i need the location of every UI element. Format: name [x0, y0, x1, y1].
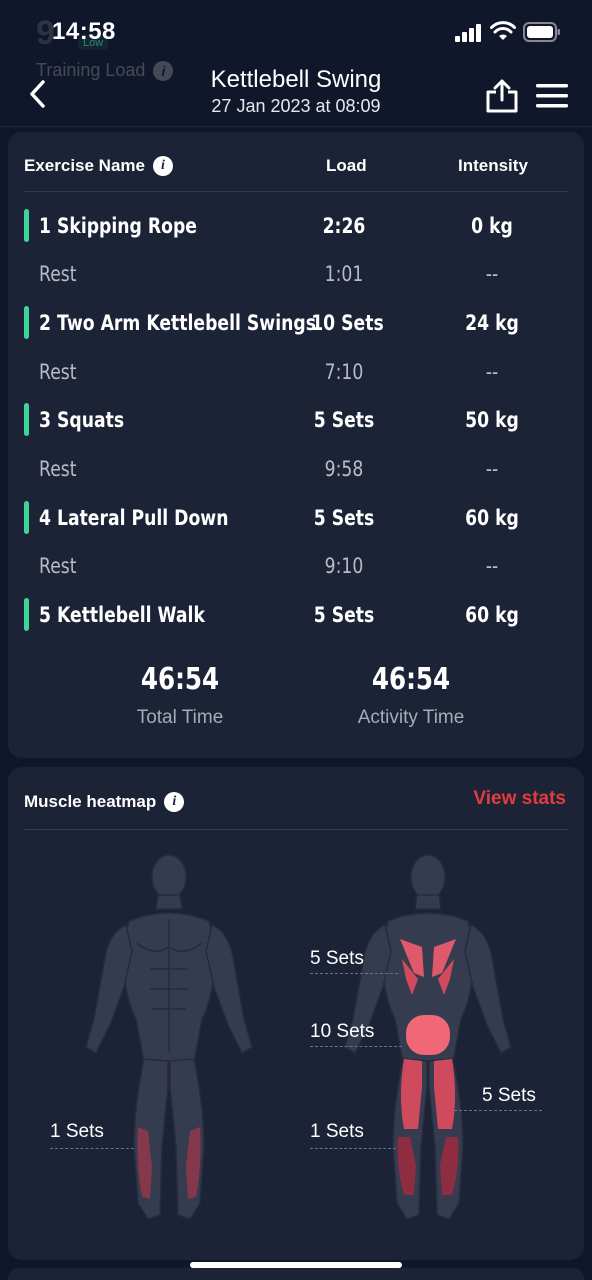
exercise-intensity: 0 kg — [471, 214, 513, 238]
exercise-name: 2 Two Arm Kettlebell Swings — [39, 311, 316, 335]
exercise-load: 5 Sets — [313, 506, 375, 530]
exercise-intensity: 50 kg — [465, 408, 519, 432]
view-stats-link[interactable]: View stats — [473, 788, 566, 810]
rest-duration: 9:10 — [324, 554, 364, 578]
table-header: Exercise Name i Load Intensity — [24, 152, 568, 192]
heatmap-title-label: Muscle heatmap — [24, 792, 157, 811]
exercise-table-card: Exercise Name i Load Intensity 1 Skippin… — [8, 132, 584, 758]
wifi-icon — [490, 21, 516, 40]
exercise-load: 5 Sets — [313, 408, 375, 432]
muscle-heatmap-card: Muscle heatmap i View stats 1 Sets 5 Set… — [8, 767, 584, 1260]
total-time-block: 46:54 Total Time — [80, 662, 280, 729]
exercise-indicator — [24, 209, 29, 242]
rest-label: Rest — [39, 554, 77, 578]
rest-duration: 1:01 — [324, 262, 364, 286]
back-hamstrings-callout: 5 Sets — [482, 1085, 536, 1106]
exercise-indicator — [24, 306, 29, 339]
callout-line — [50, 1148, 134, 1149]
exercise-load: 10 Sets — [311, 311, 384, 335]
back-glutes-callout: 10 Sets — [310, 1021, 375, 1042]
total-time-value: 46:54 — [140, 662, 220, 697]
exercise-row[interactable]: 3 Squats 5 Sets 50 kg — [24, 400, 568, 440]
status-time: 14:58 — [52, 18, 116, 45]
rest-label: Rest — [39, 262, 77, 286]
column-load: Load — [326, 156, 367, 175]
rest-row: Rest 9:58 -- — [24, 449, 568, 489]
callout-line — [310, 1046, 402, 1047]
front-calves-callout: 1 Sets — [50, 1121, 104, 1142]
back-lats-callout: 5 Sets — [310, 948, 364, 969]
header-divider — [0, 126, 592, 127]
heatmap-title: Muscle heatmap i — [24, 792, 185, 812]
rest-row: Rest 7:10 -- — [24, 352, 568, 392]
exercise-row[interactable]: 2 Two Arm Kettlebell Swings 10 Sets 24 k… — [24, 303, 568, 343]
home-indicator[interactable] — [190, 1262, 402, 1268]
exercise-indicator — [24, 403, 29, 436]
rest-intensity: -- — [485, 457, 499, 481]
exercise-name: 5 Kettlebell Walk — [39, 603, 205, 627]
exercise-name: 3 Squats — [39, 408, 125, 432]
exercise-row[interactable]: 4 Lateral Pull Down 5 Sets 60 kg — [24, 498, 568, 538]
exercise-indicator — [24, 598, 29, 631]
status-bar: 9 Low 14:58 — [0, 0, 592, 64]
next-card-peek — [8, 1268, 584, 1280]
heatmap-header: Muscle heatmap i View stats — [24, 787, 568, 830]
exercise-name: 1 Skipping Rope — [39, 214, 197, 238]
activity-time-block: 46:54 Activity Time — [311, 662, 511, 729]
front-body-figure — [85, 854, 253, 1220]
rest-duration: 7:10 — [324, 360, 364, 384]
column-exercise-name: Exercise Name i — [24, 156, 173, 176]
activity-time-label: Activity Time — [357, 707, 465, 728]
exercise-intensity: 24 kg — [465, 311, 519, 335]
battery-icon — [523, 22, 560, 42]
exercise-load: 5 Sets — [313, 603, 375, 627]
exercise-row[interactable]: 1 Skipping Rope 2:26 0 kg — [24, 206, 568, 246]
rest-label: Rest — [39, 457, 77, 481]
exercise-row[interactable]: 5 Kettlebell Walk 5 Sets 60 kg — [24, 595, 568, 635]
activity-time-value: 46:54 — [371, 662, 451, 697]
rest-intensity: -- — [485, 262, 499, 286]
exercise-intensity: 60 kg — [465, 506, 519, 530]
column-intensity: Intensity — [458, 156, 528, 175]
share-icon[interactable] — [484, 78, 520, 114]
rest-intensity: -- — [485, 360, 499, 384]
column-exercise-name-label: Exercise Name — [24, 156, 145, 175]
total-time-label: Total Time — [136, 707, 224, 728]
rest-intensity: -- — [485, 554, 499, 578]
rest-row: Rest 9:10 -- — [24, 546, 568, 586]
callout-line — [454, 1110, 542, 1111]
rest-duration: 9:58 — [324, 457, 364, 481]
rest-label: Rest — [39, 360, 77, 384]
menu-icon[interactable] — [534, 80, 570, 112]
info-icon[interactable]: i — [152, 156, 173, 176]
rest-row: Rest 1:01 -- — [24, 254, 568, 294]
callout-line — [310, 973, 398, 974]
back-calves-callout: 1 Sets — [310, 1121, 364, 1142]
info-icon[interactable]: i — [164, 792, 185, 812]
exercise-name: 4 Lateral Pull Down — [39, 506, 229, 530]
cellular-signal-icon — [455, 24, 481, 42]
callout-line — [310, 1148, 396, 1149]
exercise-indicator — [24, 501, 29, 534]
exercise-intensity: 60 kg — [465, 603, 519, 627]
exercise-load: 2:26 — [322, 214, 366, 238]
